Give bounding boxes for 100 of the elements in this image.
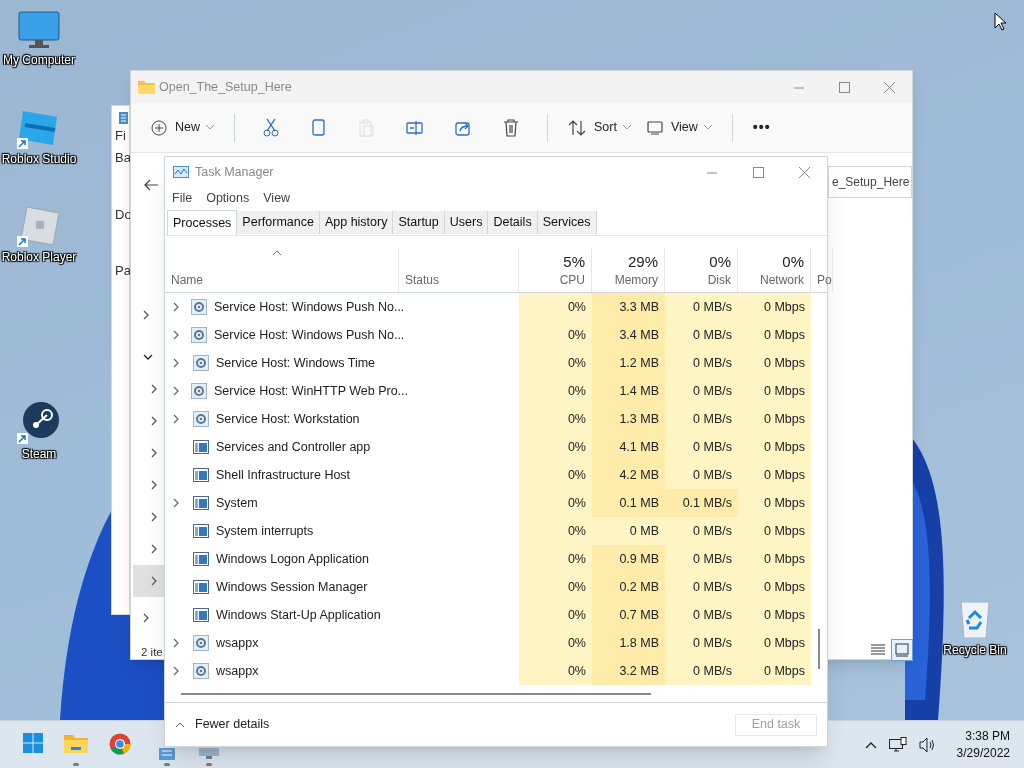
app-window-icon — [193, 495, 209, 511]
table-cell: 3.4 MB — [592, 321, 665, 349]
chevron-right-icon — [151, 512, 157, 522]
caret-icon — [703, 125, 712, 130]
shortcut-arrow-icon — [17, 433, 28, 444]
table-cell: 3.2 MB — [592, 657, 665, 685]
table-cell: 0 Mbps — [738, 461, 811, 489]
sort-button[interactable]: Sort — [560, 111, 639, 144]
table-cell: 0% — [519, 293, 592, 321]
monitor-icon — [17, 10, 61, 50]
column-header[interactable]: Po — [811, 248, 833, 292]
network-icon[interactable] — [888, 737, 907, 753]
table-cell: 0% — [519, 657, 592, 685]
expand-chevron-icon[interactable] — [173, 666, 181, 676]
desktop-icon[interactable] — [17, 400, 61, 444]
chevron-right-icon — [143, 613, 149, 623]
column-header[interactable]: 0% Network — [738, 248, 811, 292]
process-name: Service Host: Windows Time — [216, 354, 376, 372]
more-options-button[interactable]: ••• — [744, 111, 779, 144]
clock[interactable]: 3:38 PM 3/29/2022 — [956, 728, 1010, 762]
table-cell: 0 Mbps — [738, 545, 811, 573]
gear-icon — [193, 355, 209, 371]
maximize-icon — [752, 166, 764, 178]
app-window-icon — [193, 579, 209, 595]
address-bar[interactable]: e_Setup_Here — [828, 166, 912, 198]
nav-tree-item[interactable] — [133, 565, 165, 597]
monitor-icon — [199, 748, 219, 760]
mouse-pointer-icon — [994, 12, 1007, 31]
menu-item[interactable]: Options — [206, 188, 250, 208]
tab[interactable]: Details — [488, 211, 538, 234]
chevron-right-icon — [151, 384, 157, 394]
sort-arrows-icon — [568, 119, 586, 136]
table-cell: 0 MB/s — [665, 321, 738, 349]
folder-icon — [138, 80, 155, 94]
expand-chevron-icon[interactable] — [173, 638, 181, 648]
clipboard-icon — [359, 118, 375, 137]
expand-chevron-icon[interactable] — [173, 386, 179, 396]
table-cell: 0 MB — [592, 517, 665, 545]
volume-icon[interactable] — [918, 737, 937, 753]
expand-chevron-icon[interactable] — [173, 358, 181, 368]
chevron-right-icon — [151, 544, 157, 554]
chevron-right-icon — [143, 310, 149, 320]
close-icon — [884, 81, 895, 93]
table-cell: 0 MB/s — [665, 377, 738, 405]
process-name: Windows Logon Application — [216, 550, 369, 568]
column-header[interactable]: 29% Memory — [592, 248, 665, 292]
tab[interactable]: Processes — [167, 210, 238, 235]
expand-chevron-icon[interactable] — [173, 414, 181, 424]
menu-item[interactable]: File — [172, 188, 193, 208]
tab[interactable]: App history — [319, 211, 394, 234]
gear-icon — [193, 663, 209, 679]
table-cell: 0.7 MB — [592, 601, 665, 629]
table-cell: 0 MB/s — [665, 349, 738, 377]
preview-view-button[interactable] — [891, 639, 913, 661]
table-cell: 0 MB/s — [665, 293, 738, 321]
tab[interactable]: Performance — [237, 211, 320, 234]
gear-icon — [191, 383, 207, 399]
tab[interactable]: Services — [537, 211, 597, 234]
process-name: Service Host: Workstation — [216, 410, 360, 428]
view-button[interactable]: View — [638, 111, 720, 144]
expand-chevron-icon[interactable] — [173, 302, 179, 312]
app-window-icon — [193, 467, 209, 483]
new-button[interactable]: New — [143, 111, 222, 144]
table-cell: 0 MB/s — [665, 405, 738, 433]
caret-icon — [622, 125, 631, 130]
menu-text: Fi — [114, 128, 127, 144]
table-cell: 0 Mbps — [738, 517, 811, 545]
close-icon — [798, 166, 810, 178]
back-button[interactable] — [143, 177, 159, 193]
table-cell: 0% — [519, 573, 592, 601]
expand-chevron-icon[interactable] — [173, 330, 179, 340]
table-cell: 0% — [519, 461, 592, 489]
share-icon — [455, 119, 471, 136]
fewer-details-button[interactable]: Fewer details — [175, 715, 270, 734]
column-header[interactable]: 5% CPU — [519, 248, 592, 292]
process-name: Shell Infrastructure Host — [216, 466, 351, 484]
column-header[interactable]: 0% Disk — [665, 248, 738, 292]
process-name: wsappx — [216, 662, 259, 680]
table-cell: 0% — [519, 489, 592, 517]
column-header[interactable]: Name — [165, 248, 399, 292]
chevron-right-icon — [151, 448, 157, 458]
chevron-up-icon — [175, 721, 185, 728]
table-cell: 0% — [519, 517, 592, 545]
menu-item[interactable]: View — [263, 188, 291, 208]
table-cell: 1.4 MB — [592, 377, 665, 405]
browser-button[interactable] — [107, 733, 133, 757]
scrollbar-thumb[interactable] — [181, 692, 651, 695]
column-header[interactable]: Status — [399, 248, 519, 292]
table-cell: 1.8 MB — [592, 629, 665, 657]
scrollbar-thumb[interactable] — [818, 629, 820, 669]
menu-text: Pa — [114, 263, 129, 279]
tab[interactable]: Users — [444, 211, 489, 234]
gear-icon — [191, 327, 207, 343]
task-manager-button[interactable] — [196, 748, 222, 761]
monitor-icon — [646, 120, 663, 135]
app-window-icon — [193, 523, 209, 539]
sort-caret-icon — [272, 250, 282, 256]
expand-chevron-icon[interactable] — [173, 498, 181, 508]
tab[interactable]: Startup — [393, 211, 445, 234]
chevron-up-icon[interactable] — [864, 741, 877, 749]
